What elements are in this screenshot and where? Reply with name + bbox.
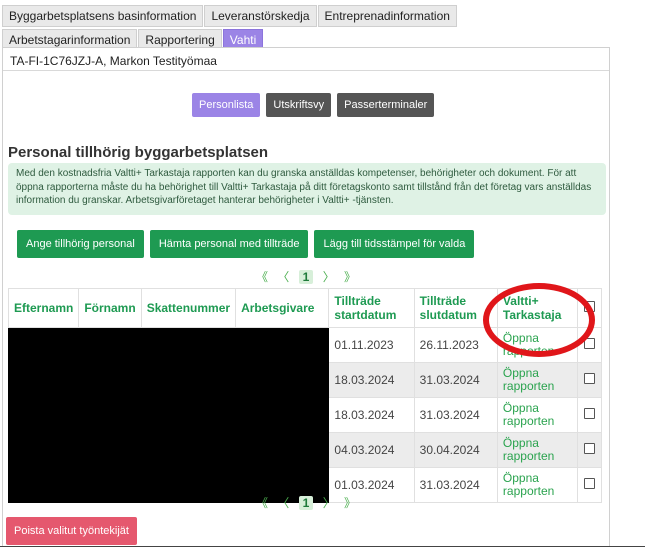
start-date: 18.03.2024 xyxy=(328,397,415,433)
tab-basic-info[interactable]: Byggarbetsplatsens basinformation xyxy=(2,5,204,27)
open-report-link[interactable]: Öppna rapporten xyxy=(503,367,572,393)
personnel-table: Efternamn Förnamn Skattenummer Arbetsgiv… xyxy=(7,288,602,503)
start-date: 01.11.2023 xyxy=(328,327,415,363)
report-cell: Öppna rapporten xyxy=(496,362,579,398)
delete-selected-button[interactable]: Poista valitut työntekijät xyxy=(6,517,137,545)
tab-bar: Byggarbetsplatsens basinformation Levera… xyxy=(2,5,547,53)
col-tax-number[interactable]: Skattenummer xyxy=(140,288,237,328)
table-header-row: Efternamn Förnamn Skattenummer Arbetsgiv… xyxy=(7,288,602,328)
section-title: Personal tillhörig byggarbetsplatsen xyxy=(8,144,269,161)
open-report-link[interactable]: Öppna rapporten xyxy=(503,402,572,428)
report-cell: Öppna rapporten xyxy=(496,327,579,363)
open-report-link[interactable]: Öppna rapporten xyxy=(503,437,572,463)
select-cell xyxy=(577,397,602,433)
page-number[interactable]: 1 xyxy=(298,496,314,510)
redacted-block xyxy=(7,327,330,503)
col-lastname[interactable]: Efternamn xyxy=(7,288,80,328)
next-page-icon[interactable]: 〉 xyxy=(323,268,335,285)
report-cell: Öppna rapporten xyxy=(496,432,579,468)
first-page-icon[interactable]: 《 xyxy=(256,268,268,285)
tab-contract-info[interactable]: Entreprenadinformation xyxy=(317,5,457,27)
col-access-end[interactable]: Tillträde slutdatum xyxy=(413,288,498,328)
end-date: 30.04.2024 xyxy=(413,432,498,468)
row-checkbox[interactable] xyxy=(584,373,596,384)
fetch-personnel-button[interactable]: Hämta personal med tillträde xyxy=(149,230,309,258)
col-firstname[interactable]: Förnamn xyxy=(78,288,142,328)
end-date: 31.03.2024 xyxy=(413,362,498,398)
select-cell xyxy=(577,327,602,363)
start-date: 18.03.2024 xyxy=(328,362,415,398)
info-box: Med den kostnadsfria Valtti+ Tarkastaja … xyxy=(8,163,606,215)
action-buttons: Ange tillhörig personal Hämta personal m… xyxy=(17,230,475,258)
col-select xyxy=(577,288,602,328)
add-timestamp-button[interactable]: Lägg till tidsstämpel för valda xyxy=(314,230,475,258)
row-checkbox[interactable] xyxy=(584,338,596,349)
end-date: 31.03.2024 xyxy=(413,397,498,433)
personlista-button[interactable]: Personlista xyxy=(192,93,261,117)
pagination-bottom: 《 〈 1 〉 》 xyxy=(3,494,609,511)
content-panel: TA-FI-1C76JZJ-A, Markon Testityömaa Pers… xyxy=(2,47,610,546)
site-title: TA-FI-1C76JZJ-A, Markon Testityömaa xyxy=(10,54,217,68)
next-page-icon[interactable]: 〉 xyxy=(323,494,335,511)
pagination-top: 《 〈 1 〉 》 xyxy=(3,268,609,285)
col-valtti[interactable]: Valtti+ Tarkastaja xyxy=(496,288,579,328)
view-switcher: Personlista Utskriftsvy Passerterminaler xyxy=(192,93,435,117)
open-report-link[interactable]: Öppna rapporten xyxy=(503,332,572,358)
prev-page-icon[interactable]: 〈 xyxy=(277,268,289,285)
divider xyxy=(3,70,609,71)
tab-supply-chain[interactable]: Leveranstörskedja xyxy=(204,5,317,27)
bottom-edge-line xyxy=(0,546,645,547)
select-all-checkbox[interactable] xyxy=(584,301,596,312)
last-page-icon[interactable]: 》 xyxy=(344,494,356,511)
row-checkbox[interactable] xyxy=(584,408,596,419)
row-checkbox[interactable] xyxy=(584,478,596,489)
row-checkbox[interactable] xyxy=(584,443,596,454)
col-employer[interactable]: Arbetsgivare xyxy=(235,288,330,328)
utskriftsvy-button[interactable]: Utskriftsvy xyxy=(266,93,332,117)
report-cell: Öppna rapporten xyxy=(496,397,579,433)
add-personnel-button[interactable]: Ange tillhörig personal xyxy=(17,230,144,258)
end-date: 26.11.2023 xyxy=(413,327,498,363)
prev-page-icon[interactable]: 〈 xyxy=(277,494,289,511)
first-page-icon[interactable]: 《 xyxy=(256,494,268,511)
table-row: 01.11.2023 26.11.2023 Öppna rapporten xyxy=(7,327,602,503)
page-number[interactable]: 1 xyxy=(298,270,314,284)
passerterminaler-button[interactable]: Passerterminaler xyxy=(337,93,435,117)
last-page-icon[interactable]: 》 xyxy=(344,268,356,285)
select-cell xyxy=(577,362,602,398)
select-cell xyxy=(577,432,602,468)
start-date: 04.03.2024 xyxy=(328,432,415,468)
col-access-start[interactable]: Tillträde startdatum xyxy=(328,288,415,328)
